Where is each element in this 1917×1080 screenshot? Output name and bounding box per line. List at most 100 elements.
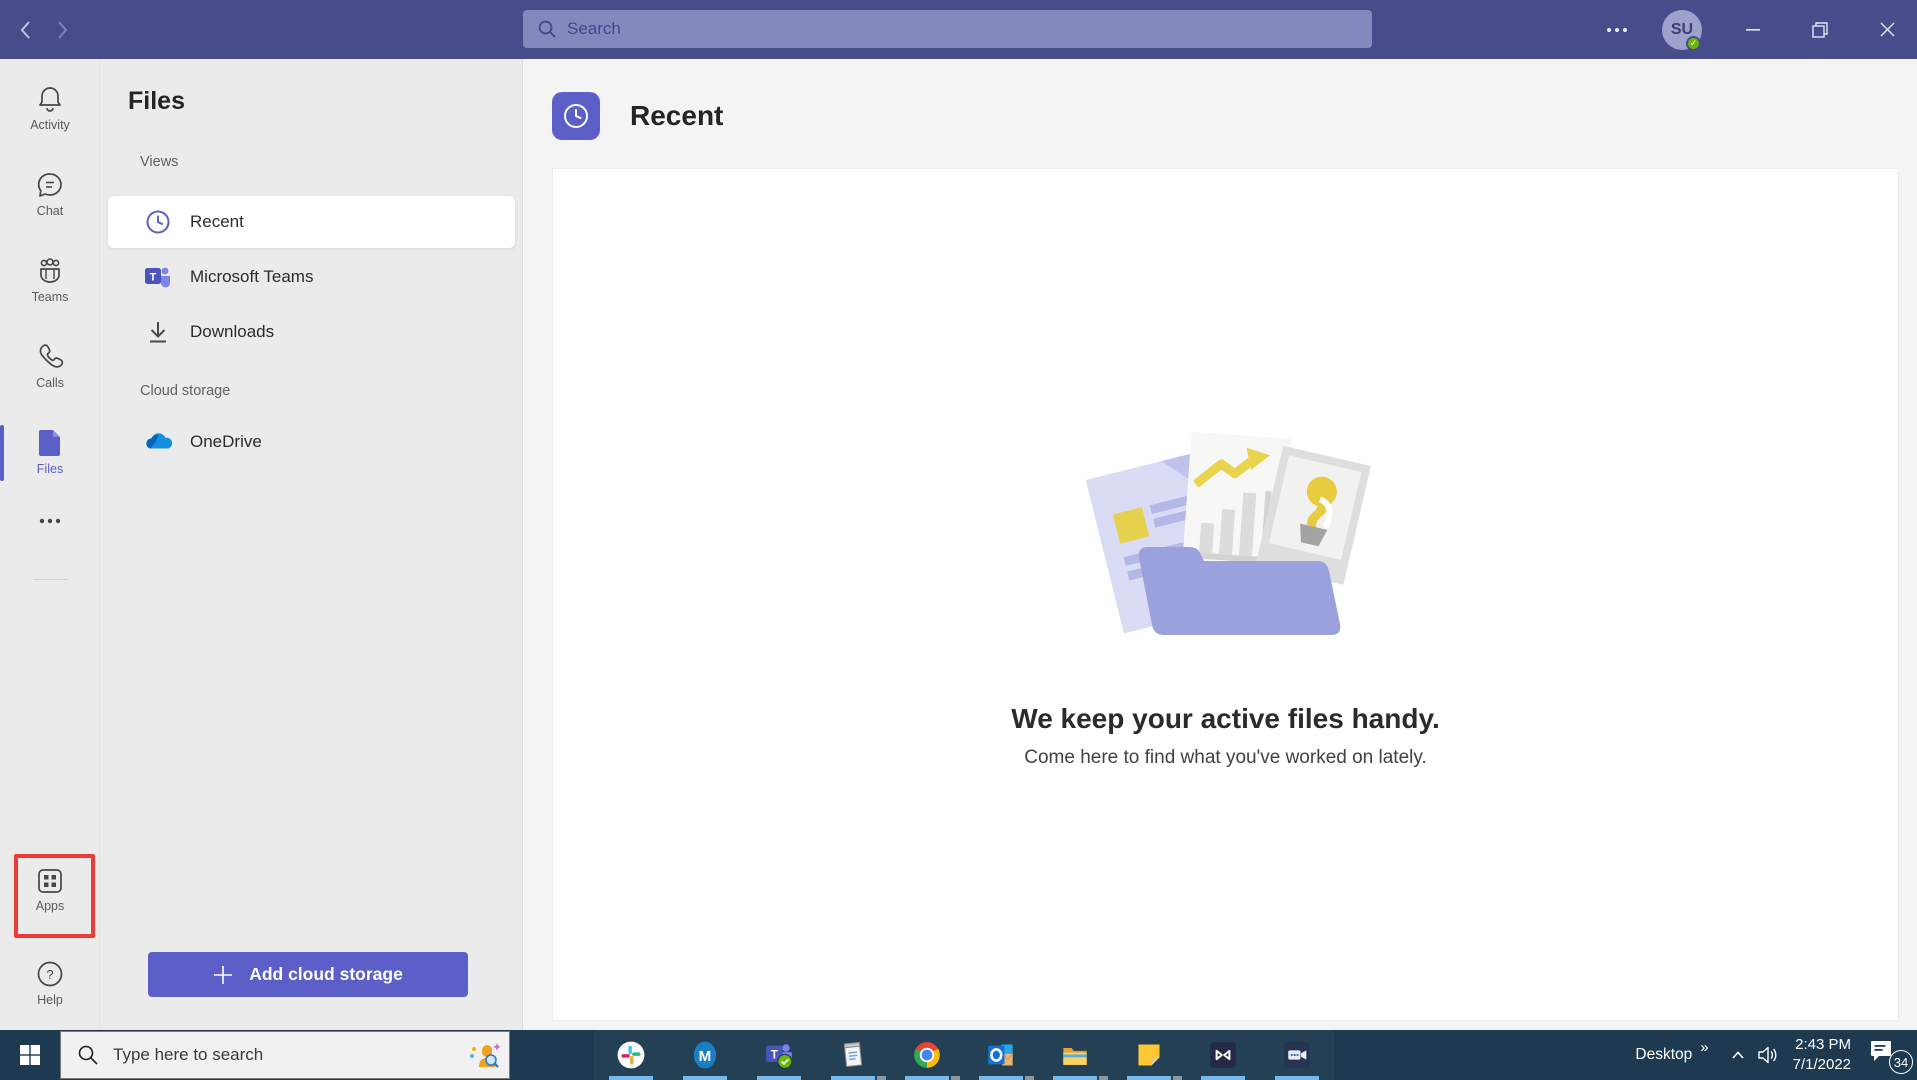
taskbar-apps: M T	[594, 1030, 1334, 1080]
taskbar-microsoft-teams-icon[interactable]: T	[742, 1030, 816, 1080]
apps-grid-icon	[36, 867, 64, 895]
svg-text:?: ?	[46, 967, 53, 982]
rail-label-apps: Apps	[36, 899, 65, 913]
taskbar-bowtie-app-icon[interactable]	[1186, 1030, 1260, 1080]
rail-label-help: Help	[37, 993, 63, 1007]
minimize-button[interactable]	[1730, 0, 1776, 59]
taskbar-search-input[interactable]	[99, 1045, 467, 1065]
taskbar-sticky-notes-icon[interactable]	[1112, 1030, 1186, 1080]
presence-available-icon: ✓	[1686, 36, 1701, 51]
page-title: Recent	[630, 100, 723, 132]
rail-label-teams: Teams	[32, 290, 69, 304]
chevron-right-icon	[54, 20, 70, 40]
system-tray: Desktop » 2:43 PM 7/1/2022 34	[1635, 1030, 1917, 1080]
minimize-icon	[1746, 29, 1760, 31]
empty-state-title: We keep your active files handy.	[1011, 703, 1439, 735]
chevron-double-right-icon: »	[1700, 1039, 1708, 1056]
restore-button[interactable]	[1797, 0, 1843, 59]
download-icon	[146, 319, 170, 345]
rail-label-calls: Calls	[36, 376, 64, 390]
app-rail: Activity Chat Teams Calls	[0, 59, 100, 1030]
speaker-icon	[1757, 1045, 1779, 1065]
clock-date: 7/1/2022	[1793, 1055, 1851, 1075]
svg-text:T: T	[150, 272, 157, 284]
sidebar-item-label: Downloads	[190, 322, 274, 342]
show-hidden-icons-button[interactable]	[1723, 1030, 1753, 1080]
windows-taskbar: M T	[0, 1030, 1917, 1080]
taskbar-clock[interactable]: 2:43 PM 7/1/2022	[1793, 1035, 1851, 1075]
taskbar-notepad-icon[interactable]	[816, 1030, 890, 1080]
teams-people-icon	[34, 256, 66, 286]
microsoft-teams-icon: T	[144, 264, 172, 290]
restore-icon	[1812, 22, 1828, 38]
main-header: Recent	[552, 92, 723, 140]
taskbar-chrome-icon[interactable]	[890, 1030, 964, 1080]
sidebar-title: Files	[128, 87, 185, 116]
start-button[interactable]	[0, 1030, 60, 1080]
rail-item-teams[interactable]: Teams	[0, 256, 100, 304]
add-cloud-storage-button[interactable]: Add cloud storage	[148, 952, 468, 997]
rail-divider	[33, 579, 68, 580]
taskbar-slack-icon[interactable]	[594, 1030, 668, 1080]
action-center-button[interactable]: 34	[1865, 1030, 1917, 1080]
rail-item-help[interactable]: ? Help	[0, 959, 100, 1007]
back-button[interactable]	[10, 14, 42, 46]
cloud-storage-section-label: Cloud storage	[140, 383, 230, 399]
bell-icon	[35, 84, 65, 114]
desktop-label: Desktop	[1635, 1046, 1692, 1064]
clock-time: 2:43 PM	[1793, 1035, 1851, 1055]
desktop-button[interactable]: Desktop »	[1635, 1046, 1708, 1064]
files-sidebar: Files Views Recent T Microsoft Teams	[100, 59, 523, 1030]
taskbar-m-app-icon[interactable]: M	[668, 1030, 742, 1080]
rail-item-activity[interactable]: Activity	[0, 84, 100, 132]
search-icon	[77, 1044, 99, 1066]
taskbar-file-explorer-icon[interactable]	[1038, 1030, 1112, 1080]
rail-item-files[interactable]: Files	[0, 428, 100, 476]
clock-icon	[562, 102, 590, 130]
clock-icon	[145, 209, 171, 235]
plus-icon	[213, 965, 233, 985]
taskbar-search[interactable]	[60, 1031, 510, 1079]
close-icon	[1880, 22, 1895, 37]
recent-header-badge	[552, 92, 600, 140]
empty-state-subtitle: Come here to find what you've worked on …	[1024, 747, 1427, 769]
sidebar-item-microsoft-teams[interactable]: T Microsoft Teams	[108, 251, 515, 303]
sidebar-item-label: Recent	[190, 212, 244, 232]
rail-label-activity: Activity	[30, 118, 70, 132]
volume-button[interactable]	[1753, 1030, 1783, 1080]
search-input[interactable]	[523, 10, 1372, 48]
sidebar-item-label: Microsoft Teams	[190, 267, 313, 287]
rail-more-apps-button[interactable]	[0, 517, 100, 525]
sidebar-item-recent[interactable]: Recent	[108, 196, 515, 248]
chevron-left-icon	[18, 20, 34, 40]
file-icon	[36, 428, 64, 458]
rail-item-calls[interactable]: Calls	[0, 342, 100, 390]
views-section-label: Views	[140, 154, 178, 170]
notification-count-badge: 34	[1889, 1050, 1913, 1074]
rail-label-chat: Chat	[37, 204, 63, 218]
taskbar-outlook-icon[interactable]	[964, 1030, 1038, 1080]
rail-item-apps[interactable]: Apps	[0, 867, 100, 913]
svg-text:T: T	[771, 1049, 778, 1062]
windows-logo-icon	[18, 1043, 42, 1067]
main-content: Recent	[523, 59, 1917, 1030]
sidebar-item-onedrive[interactable]: OneDrive	[108, 416, 515, 468]
add-cloud-storage-label: Add cloud storage	[249, 964, 403, 985]
rail-item-chat[interactable]: Chat	[0, 170, 100, 218]
sidebar-item-downloads[interactable]: Downloads	[108, 306, 515, 358]
chat-icon	[35, 170, 65, 200]
onedrive-icon	[144, 431, 172, 453]
ellipsis-icon	[1606, 27, 1628, 33]
taskbar-video-chat-icon[interactable]	[1260, 1030, 1334, 1080]
recent-files-panel: We keep your active files handy. Come he…	[552, 168, 1899, 1021]
forward-button[interactable]	[46, 14, 78, 46]
close-button[interactable]	[1864, 0, 1910, 59]
titlebar: SU ✓	[0, 0, 1917, 59]
phone-icon	[35, 342, 65, 372]
sidebar-item-label: OneDrive	[190, 432, 262, 452]
help-icon: ?	[35, 959, 65, 989]
empty-files-illustration	[1066, 407, 1386, 667]
more-options-button[interactable]	[1594, 0, 1640, 59]
ellipsis-icon	[38, 517, 62, 525]
search-highlights-icon[interactable]	[467, 1039, 501, 1071]
